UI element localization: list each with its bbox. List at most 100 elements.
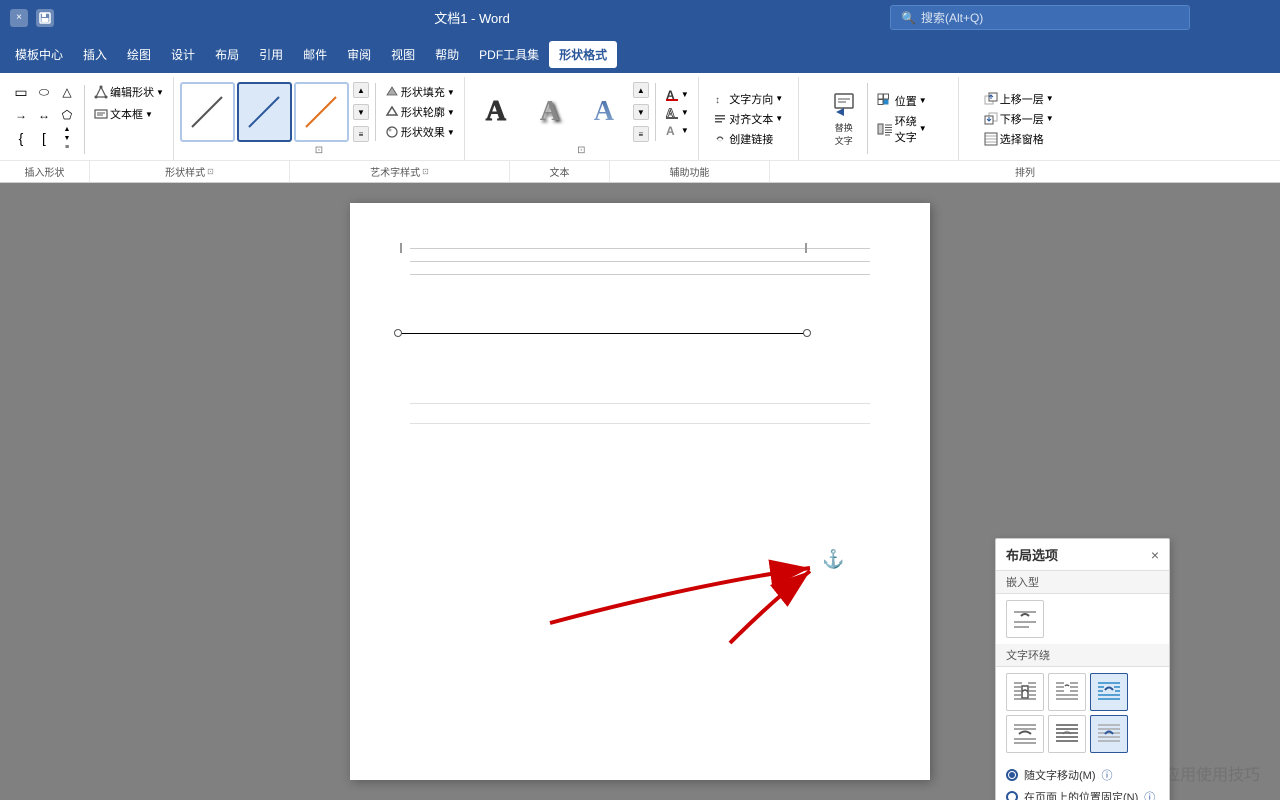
title-bar: × 文档1 - Word 🔍 搜索(Alt+Q) [0, 0, 1280, 35]
create-link-btn[interactable]: 创建链接 [710, 130, 786, 148]
ribbon-label-arrange: 排列 [770, 161, 1280, 182]
expand-shape-styles-btn[interactable]: ⊡ [207, 167, 214, 176]
gallery-up-arrow[interactable]: ▲ [353, 82, 369, 98]
radio-move-with-text[interactable]: 随文字移动(M) ⓘ [1006, 764, 1159, 786]
ribbon-group-art-text: A A A ▲ ▼ ≡ A ▼ A [465, 77, 699, 160]
layout-icon-inline[interactable] [1006, 600, 1044, 638]
gallery-down-arrow[interactable]: ▼ [353, 104, 369, 120]
layout-icon-in-front-text[interactable] [1090, 715, 1128, 753]
shape-pentagon[interactable]: ⬠ [56, 104, 78, 126]
layout-icon-square[interactable] [1006, 673, 1044, 711]
info-move-icon[interactable]: ⓘ [1102, 767, 1113, 783]
shape-oval[interactable]: ⬭ [33, 81, 55, 103]
edit-shape-btn[interactable]: 编辑形状 ▼ [91, 83, 167, 101]
ribbon-group-text: ↕ 文字方向 ▼ 对齐文本 ▼ 创建链接 [699, 77, 799, 160]
shape-styles-gallery [180, 82, 349, 142]
shape-outline-btn[interactable]: 形状轮廓 ▼ [382, 103, 458, 121]
menu-help[interactable]: 帮助 [425, 41, 469, 68]
shape-style-diagonal[interactable] [180, 82, 235, 142]
menu-review[interactable]: 审阅 [337, 41, 381, 68]
anchor-icon: ⚓ [822, 549, 844, 570]
ribbon-label-art-text[interactable]: 艺术字样式 ⊡ [290, 161, 510, 182]
search-icon: 🔍 [901, 11, 916, 25]
layout-icon-tight[interactable] [1048, 673, 1086, 711]
popup-close-button[interactable]: × [1151, 547, 1159, 563]
shape-fill-btn[interactable]: 形状填充 ▼ [382, 83, 458, 101]
menu-reference[interactable]: 引用 [249, 41, 293, 68]
wrap-text-btn[interactable]: 环绕文字 ▼ [874, 112, 930, 146]
position-btn[interactable]: 位置 ▼ [874, 92, 930, 110]
textbox-btn[interactable]: 文本框 ▼ [91, 105, 167, 123]
shape-style-diagonal-blue[interactable] [237, 82, 292, 142]
handle-left[interactable] [394, 329, 402, 337]
shape-container[interactable] [398, 329, 838, 337]
art-text-gallery: A A A [471, 85, 629, 140]
text-outline-color-btn[interactable]: A ▼ [662, 104, 692, 120]
shape-effect-btn[interactable]: 形状效果 ▼ [382, 123, 458, 141]
art-gallery-down-arrow[interactable]: ▼ [633, 104, 649, 120]
shape-brace[interactable]: { [10, 127, 32, 149]
align-text-btn[interactable]: 对齐文本 ▼ [710, 110, 786, 128]
menu-pdf[interactable]: PDF工具集 [469, 41, 549, 68]
document-page[interactable]: ⚓ [350, 203, 930, 780]
send-backward-btn[interactable]: 下移一层 ▼ [981, 110, 1057, 128]
ribbon-group-insert-shapes: ▭ ⬭ △ → ↔ ⬠ { [ ▲ ▼ [4, 77, 174, 160]
shape-style-diagonal-dash[interactable] [294, 82, 349, 142]
window-controls: × [10, 9, 54, 27]
expand-art-text-btn[interactable]: ⊡ [422, 167, 429, 176]
info-fixed-icon[interactable]: ⓘ [1144, 789, 1155, 800]
art-text-outline[interactable]: A [471, 85, 521, 140]
expand-art-text-icon[interactable]: ⊡ [577, 145, 585, 156]
ribbon-label-shape-styles[interactable]: 形状样式 ⊡ [90, 161, 290, 182]
ribbon-label-insert-shapes[interactable]: 插入形状 [0, 161, 90, 182]
menu-draw[interactable]: 绘图 [117, 41, 161, 68]
menu-template[interactable]: 模板中心 [5, 41, 73, 68]
text-color-btn[interactable]: A ▼ [662, 86, 692, 102]
align-text-label: 对齐文本 [729, 111, 773, 127]
art-gallery-up-arrow[interactable]: ▲ [633, 82, 649, 98]
text-direction-label: 文字方向 [729, 91, 773, 107]
art-text-reflect[interactable]: A [579, 85, 629, 140]
shape-arrow-right[interactable]: → [10, 104, 32, 126]
shape-bracket[interactable]: [ [33, 127, 55, 149]
text-direction-btn[interactable]: ↕ 文字方向 ▼ [710, 90, 786, 108]
expand-shape-styles-icon[interactable]: ⊡ [315, 145, 323, 156]
menu-view[interactable]: 视图 [381, 41, 425, 68]
menu-insert[interactable]: 插入 [73, 41, 117, 68]
menu-shape-format[interactable]: 形状格式 [549, 41, 617, 68]
text-glow-btn[interactable]: A ▼ [662, 122, 692, 138]
inline-icons-grid [996, 594, 1169, 644]
radio-fixed-label: 在页面上的位置固定(N) [1024, 789, 1138, 800]
bring-forward-label: 上移一层 [1000, 91, 1044, 107]
art-gallery-expand[interactable]: ≡ [633, 126, 649, 142]
popup-radio-section: 随文字移动(M) ⓘ 在页面上的位置固定(N) ⓘ [996, 759, 1169, 800]
layout-icon-top-bottom[interactable] [1006, 715, 1044, 753]
gallery-arrows: ▲ ▼ ≡ [353, 82, 369, 142]
radio-fixed-position[interactable]: 在页面上的位置固定(N) ⓘ [1006, 786, 1159, 800]
replace-text-btn[interactable]: 替换文字 [827, 88, 861, 149]
select-pane-btn[interactable]: 选择窗格 [981, 130, 1057, 148]
save-button[interactable] [36, 9, 54, 27]
search-bar[interactable]: 🔍 搜索(Alt+Q) [890, 5, 1190, 30]
shape-rect[interactable]: ▭ [10, 81, 32, 103]
inline-section-label: 嵌入型 [996, 571, 1169, 594]
shape-triangle[interactable]: △ [56, 81, 78, 103]
menu-design[interactable]: 设计 [161, 41, 205, 68]
handle-right[interactable] [803, 329, 811, 337]
menu-mail[interactable]: 邮件 [293, 41, 337, 68]
annotation-arrows [350, 203, 930, 780]
menu-bar: 模板中心 插入 绘图 设计 布局 引用 邮件 审阅 视图 帮助 PDF工具集 形… [0, 35, 1280, 73]
ribbon-label-assist: 辅助功能 [610, 161, 770, 182]
close-button[interactable]: × [10, 9, 28, 27]
art-text-shadow[interactable]: A [525, 85, 575, 140]
gallery-expand[interactable]: ≡ [353, 126, 369, 142]
svg-text:A: A [666, 124, 675, 137]
popup-title: 布局选项 [1006, 545, 1058, 564]
layout-icon-behind-text[interactable] [1048, 715, 1086, 753]
position-label: 位置 [895, 93, 917, 109]
layout-icon-through[interactable] [1090, 673, 1128, 711]
bring-forward-btn[interactable]: 上移一层 ▼ [981, 90, 1057, 108]
svg-text:↕: ↕ [715, 95, 720, 106]
shape-arrows[interactable]: ↔ [33, 104, 55, 126]
menu-layout[interactable]: 布局 [205, 41, 249, 68]
